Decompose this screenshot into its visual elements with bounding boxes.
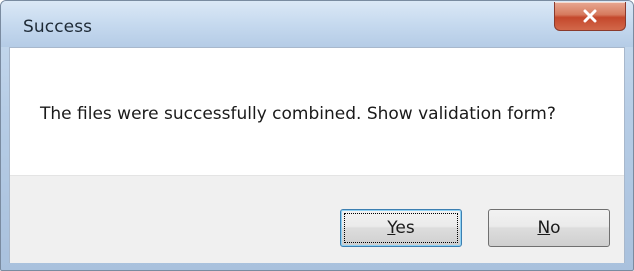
dialog-window: Success The files were successfully comb…	[0, 0, 634, 271]
no-button-label: No	[537, 218, 560, 238]
dialog-content: The files were successfully combined. Sh…	[9, 47, 625, 263]
no-mnemonic: N	[537, 218, 551, 238]
dialog-title: Success	[23, 17, 93, 37]
message-text: The files were successfully combined. Sh…	[40, 104, 556, 124]
yes-button-label: Yes	[387, 218, 414, 238]
title-bar[interactable]: Success	[1, 1, 633, 47]
button-panel: Yes No	[10, 175, 624, 263]
no-label-rest: o	[550, 218, 561, 238]
yes-label-rest: es	[395, 218, 415, 238]
yes-button[interactable]: Yes	[340, 209, 462, 247]
close-icon	[583, 9, 597, 23]
close-button[interactable]	[554, 2, 626, 31]
no-button[interactable]: No	[488, 209, 610, 247]
